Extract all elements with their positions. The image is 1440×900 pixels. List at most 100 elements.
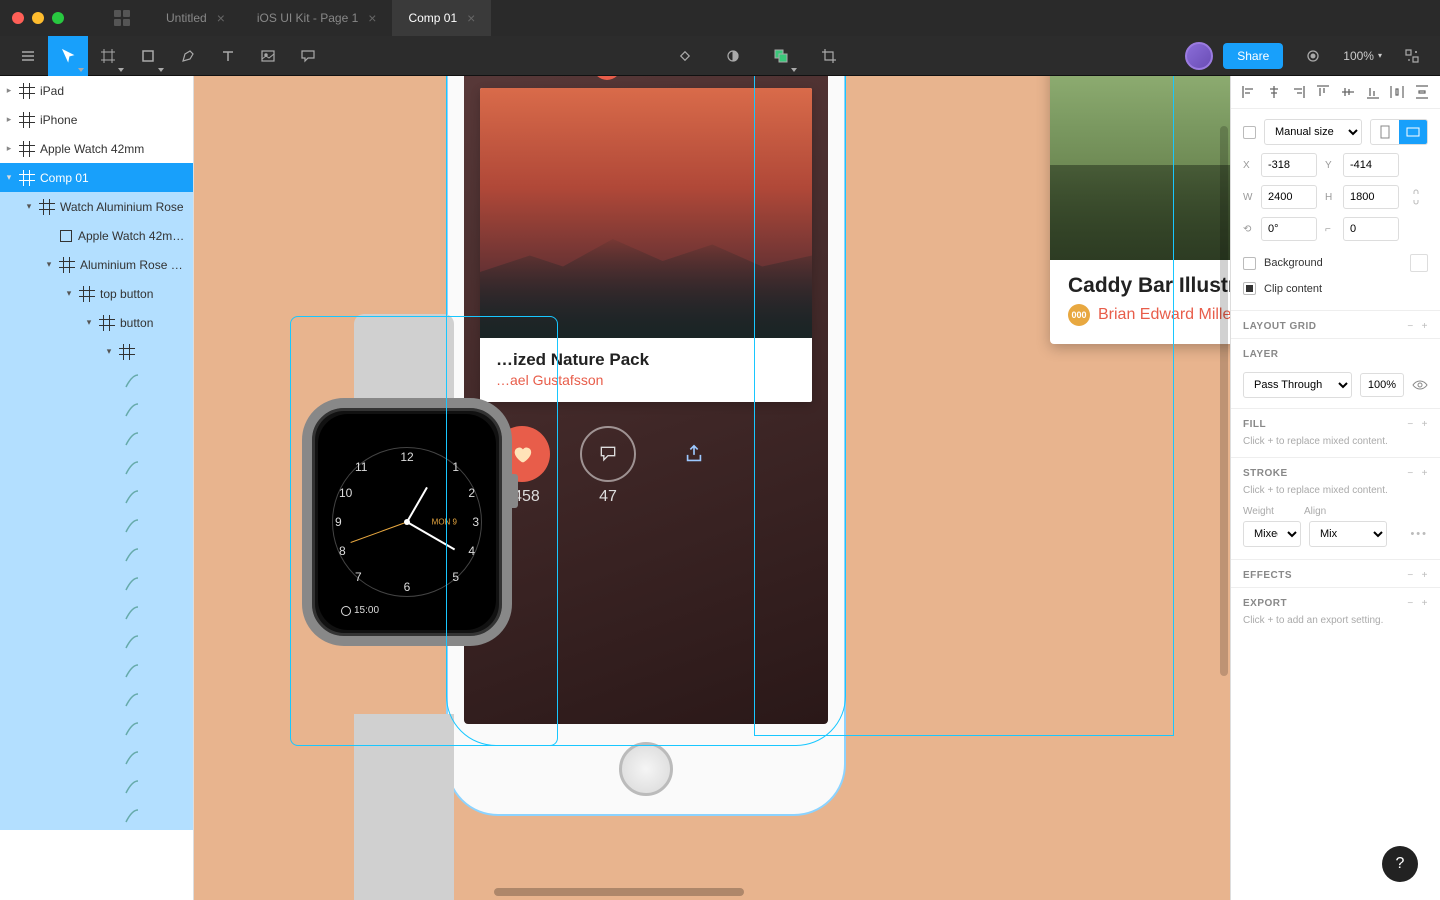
- layer-watch-42[interactable]: ▸Apple Watch 42mm: [0, 134, 193, 163]
- layer-vector[interactable]: [0, 656, 193, 685]
- chevron-icon[interactable]: ▾: [64, 288, 74, 299]
- checkbox-icon[interactable]: [1243, 257, 1256, 270]
- link-dimensions-icon[interactable]: [1411, 189, 1421, 205]
- minus-icon[interactable]: −: [1407, 570, 1413, 581]
- frame-tool[interactable]: [88, 36, 128, 76]
- crop-tool[interactable]: [809, 36, 849, 76]
- close-icon[interactable]: ×: [368, 10, 376, 26]
- present-button[interactable]: [1293, 36, 1333, 76]
- stroke-weight-select[interactable]: Mixed: [1243, 521, 1301, 547]
- layer-vector[interactable]: [0, 772, 193, 801]
- layer-iphone[interactable]: ▸iPhone: [0, 105, 193, 134]
- y-input[interactable]: [1343, 153, 1399, 177]
- layer-top-button[interactable]: ▾top button: [0, 279, 193, 308]
- layer-button[interactable]: ▾button: [0, 308, 193, 337]
- height-input[interactable]: [1343, 185, 1399, 209]
- more-icon[interactable]: •••: [1410, 528, 1428, 540]
- layer-vector[interactable]: [0, 569, 193, 598]
- minus-icon[interactable]: −: [1407, 321, 1413, 332]
- width-input[interactable]: [1261, 185, 1317, 209]
- layer-vector[interactable]: [0, 482, 193, 511]
- close-icon[interactable]: ×: [467, 10, 475, 26]
- tab-ios-ui-kit[interactable]: iOS UI Kit - Page 1 ×: [241, 0, 393, 36]
- layer-watch-aluminium[interactable]: ▾Watch Aluminium Rose: [0, 192, 193, 221]
- move-tool[interactable]: [48, 36, 88, 76]
- layer-vector[interactable]: [0, 801, 193, 830]
- plus-icon[interactable]: +: [1422, 321, 1428, 332]
- visibility-icon[interactable]: [1412, 377, 1428, 393]
- layer-vector[interactable]: [0, 395, 193, 424]
- x-input[interactable]: [1261, 153, 1317, 177]
- align-center-v-icon[interactable]: [1340, 84, 1356, 100]
- boolean-tool[interactable]: [761, 36, 801, 76]
- align-center-h-icon[interactable]: [1266, 84, 1282, 100]
- user-avatar[interactable]: [1185, 42, 1213, 70]
- plus-icon[interactable]: +: [1422, 570, 1428, 581]
- frame-size-mode[interactable]: Manual size: [1264, 119, 1362, 145]
- layer-vector[interactable]: [0, 453, 193, 482]
- share-button[interactable]: Share: [1223, 43, 1283, 69]
- layer-vector[interactable]: [0, 685, 193, 714]
- align-bottom-icon[interactable]: [1365, 84, 1381, 100]
- distribute-v-icon[interactable]: [1414, 84, 1430, 100]
- horizontal-scrollbar[interactable]: [494, 888, 744, 896]
- background-swatch[interactable]: [1410, 254, 1428, 272]
- close-window[interactable]: [12, 12, 24, 24]
- home-button[interactable]: [619, 742, 673, 796]
- vertical-scrollbar[interactable]: [1220, 126, 1228, 676]
- rotation-input[interactable]: [1261, 217, 1317, 241]
- minimize-window[interactable]: [32, 12, 44, 24]
- layer-vector[interactable]: [0, 743, 193, 772]
- landscape-button[interactable]: [1399, 120, 1427, 144]
- chevron-icon[interactable]: ▾: [104, 346, 114, 357]
- background-row[interactable]: Background: [1243, 249, 1428, 277]
- opacity-input[interactable]: [1360, 373, 1404, 397]
- layer-aluminium-rose[interactable]: ▾Aluminium Rose …: [0, 250, 193, 279]
- distribute-h-icon[interactable]: [1389, 84, 1405, 100]
- chevron-icon[interactable]: ▸: [4, 143, 14, 154]
- minus-icon[interactable]: −: [1407, 468, 1413, 479]
- zoom-control[interactable]: 100% ▾: [1343, 49, 1382, 63]
- files-grid-icon[interactable]: [114, 10, 130, 26]
- minus-icon[interactable]: −: [1407, 598, 1413, 609]
- image-tool[interactable]: [248, 36, 288, 76]
- portrait-button[interactable]: [1371, 120, 1399, 144]
- tab-comp-01[interactable]: Comp 01 ×: [392, 0, 491, 36]
- clip-content-row[interactable]: Clip content: [1243, 277, 1428, 300]
- card-caddy-bar[interactable]: Caddy Bar Illustra 000 Brian Edward Mill…: [1050, 76, 1230, 344]
- pen-tool[interactable]: [168, 36, 208, 76]
- chevron-icon[interactable]: ▾: [44, 259, 54, 270]
- plus-icon[interactable]: +: [1422, 419, 1428, 430]
- chevron-icon[interactable]: ▾: [4, 172, 14, 183]
- canvas[interactable]: 6 Unread …ized Nature Pack …ael Gustafss…: [194, 76, 1230, 900]
- watch-body[interactable]: 12 1 2 3 4 5 6 7 8 9 10 11 MON 9: [302, 398, 512, 646]
- maximize-window[interactable]: [52, 12, 64, 24]
- blend-mode-select[interactable]: Pass Through: [1243, 372, 1352, 398]
- menu-button[interactable]: [8, 36, 48, 76]
- align-top-icon[interactable]: [1315, 84, 1331, 100]
- layer-nested[interactable]: ▾: [0, 337, 193, 366]
- layer-vector[interactable]: [0, 540, 193, 569]
- layer-vector[interactable]: [0, 714, 193, 743]
- checkbox-icon[interactable]: [1243, 282, 1256, 295]
- text-tool[interactable]: [208, 36, 248, 76]
- layer-vector[interactable]: [0, 627, 193, 656]
- layer-watch-42mm-inner[interactable]: Apple Watch 42m…: [0, 221, 193, 250]
- layer-vector[interactable]: [0, 511, 193, 540]
- layer-ipad[interactable]: ▸iPad: [0, 76, 193, 105]
- stroke-align-select[interactable]: Mix: [1309, 521, 1387, 547]
- mask-tool[interactable]: [713, 36, 753, 76]
- layer-vector[interactable]: [0, 424, 193, 453]
- align-left-icon[interactable]: [1241, 84, 1257, 100]
- component-tool[interactable]: [665, 36, 705, 76]
- chevron-icon[interactable]: ▾: [24, 201, 34, 212]
- comment-tool[interactable]: [288, 36, 328, 76]
- comment-action[interactable]: 47: [580, 426, 636, 506]
- help-button[interactable]: ?: [1382, 846, 1418, 882]
- align-right-icon[interactable]: [1290, 84, 1306, 100]
- tab-untitled[interactable]: Untitled ×: [150, 0, 241, 36]
- plus-icon[interactable]: +: [1422, 468, 1428, 479]
- layer-comp-01[interactable]: ▾Comp 01: [0, 163, 193, 192]
- layers-panel[interactable]: ▸iPad ▸iPhone ▸Apple Watch 42mm ▾Comp 01…: [0, 76, 194, 900]
- pixel-grid-button[interactable]: [1392, 36, 1432, 76]
